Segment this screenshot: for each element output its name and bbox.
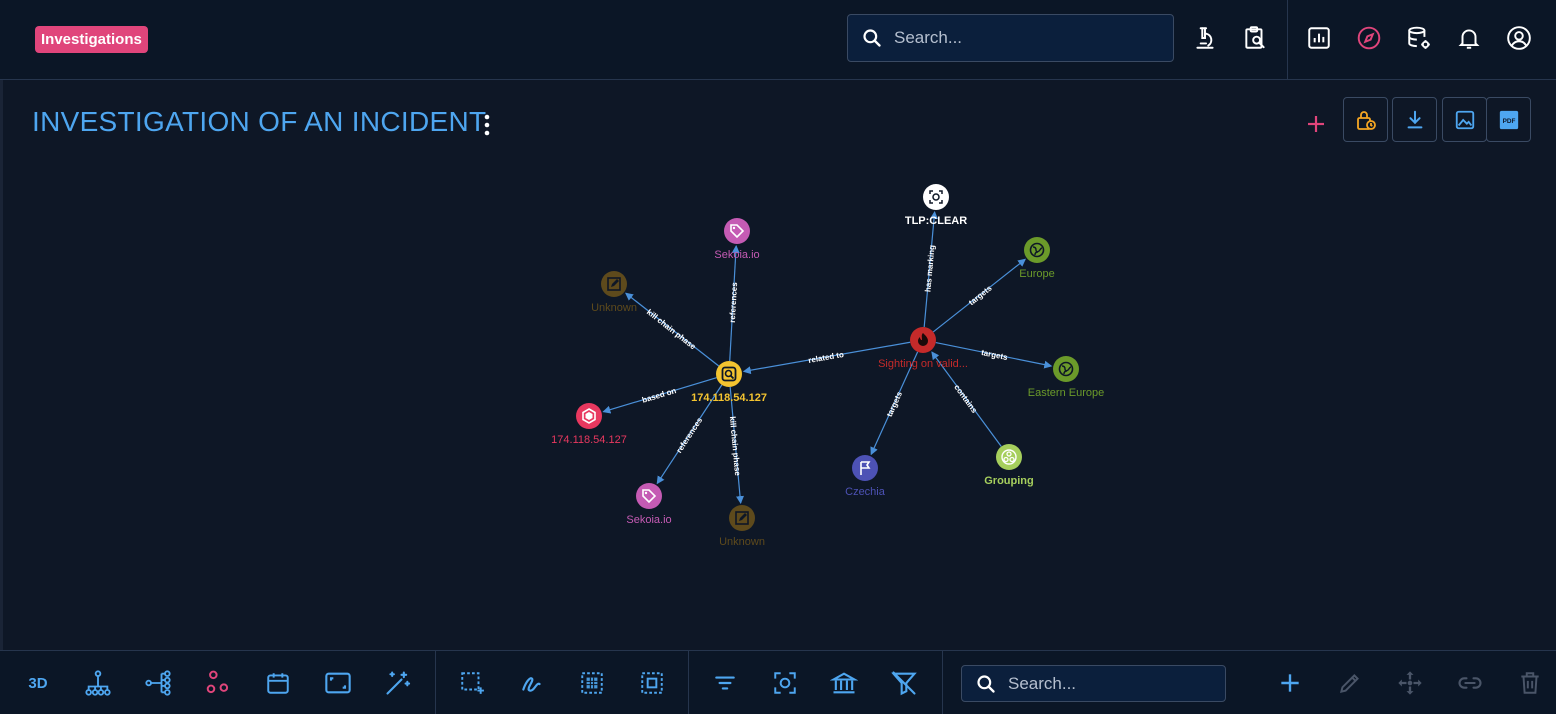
graph-edge[interactable]: kill chain phase bbox=[625, 292, 720, 367]
trash-icon[interactable] bbox=[1514, 667, 1546, 699]
node-label: Czechia bbox=[845, 486, 886, 498]
node-circle[interactable] bbox=[724, 218, 750, 244]
graph-edge[interactable]: targets bbox=[932, 258, 1027, 333]
graph-search[interactable] bbox=[961, 665, 1226, 702]
edge-label: targets bbox=[980, 348, 1008, 362]
edge-label: based on bbox=[641, 386, 677, 405]
compass-icon[interactable] bbox=[1354, 23, 1384, 53]
add-entity-icon[interactable] bbox=[1274, 667, 1306, 699]
graph-node-czechia[interactable]: Czechia bbox=[845, 455, 886, 498]
graph-node-unknown1[interactable]: Unknown bbox=[591, 271, 637, 314]
node-circle[interactable] bbox=[996, 444, 1022, 470]
graph-node-unknown2[interactable]: Unknown bbox=[719, 505, 765, 548]
focus-node-icon[interactable] bbox=[769, 667, 801, 699]
microscope-icon[interactable] bbox=[1190, 23, 1220, 53]
node-circle[interactable] bbox=[636, 483, 662, 509]
node-circle[interactable] bbox=[1024, 237, 1050, 263]
node-label: Europe bbox=[1019, 268, 1054, 280]
graph-node-eeurope[interactable]: Eastern Europe bbox=[1028, 356, 1104, 399]
edge-label: has marking bbox=[923, 245, 936, 293]
freehand-select-icon[interactable] bbox=[516, 667, 548, 699]
edge-label: contains bbox=[952, 383, 979, 415]
filter-lines-icon[interactable] bbox=[709, 667, 741, 699]
rectangle-select-icon[interactable] bbox=[456, 667, 488, 699]
investigations-badge[interactable]: Investigations bbox=[35, 26, 148, 53]
search-icon bbox=[977, 674, 995, 693]
graph-node-europe[interactable]: Europe bbox=[1019, 237, 1055, 280]
node-circle[interactable] bbox=[1053, 356, 1079, 382]
node-label: TLP:CLEAR bbox=[905, 215, 967, 227]
node-label: Unknown bbox=[591, 302, 637, 314]
horizontal-tree-icon[interactable] bbox=[142, 667, 174, 699]
investigation-graph[interactable]: has marking targets targets targets contains… bbox=[0, 80, 1556, 650]
clipboard-search-icon[interactable] bbox=[1240, 23, 1270, 53]
graph-edge[interactable]: kill chain phase bbox=[728, 386, 745, 505]
user-account-icon[interactable] bbox=[1504, 23, 1534, 53]
graph-toolbar: 3D bbox=[0, 650, 1556, 714]
graph-node-sighting[interactable]: Sighting on valid... bbox=[878, 327, 968, 370]
graph-canvas[interactable]: has marking targets targets targets contains… bbox=[0, 80, 1556, 650]
node-label: Eastern Europe bbox=[1028, 387, 1104, 399]
dashboard-chart-icon[interactable] bbox=[1304, 23, 1334, 53]
select-all-icon[interactable] bbox=[576, 667, 608, 699]
fit-to-screen-icon[interactable] bbox=[322, 667, 354, 699]
node-label: Sekoia.io bbox=[714, 249, 759, 261]
edge-label: kill chain phase bbox=[728, 416, 742, 477]
force-layout-icon[interactable] bbox=[202, 667, 234, 699]
tree-layout-icon[interactable] bbox=[82, 667, 114, 699]
3d-mode-button[interactable]: 3D bbox=[22, 667, 54, 699]
graph-edge[interactable]: has marking bbox=[923, 210, 938, 328]
search-icon bbox=[863, 29, 881, 47]
edge-label: related to bbox=[808, 350, 845, 365]
graph-search-input[interactable] bbox=[1008, 673, 1208, 694]
node-circle[interactable] bbox=[923, 184, 949, 210]
node-label: Grouping bbox=[984, 475, 1034, 487]
edge-label: references bbox=[728, 282, 739, 323]
institution-icon[interactable] bbox=[828, 667, 860, 699]
edge-label: targets bbox=[967, 283, 994, 307]
edge-label: targets bbox=[885, 390, 904, 419]
graph-node-sekoia2[interactable]: Sekoia.io bbox=[626, 483, 672, 526]
select-inverse-icon[interactable] bbox=[636, 667, 668, 699]
graph-node-sekoia1[interactable]: Sekoia.io bbox=[714, 218, 760, 261]
graph-edge[interactable]: references bbox=[728, 244, 740, 362]
node-label: Sekoia.io bbox=[626, 514, 671, 526]
node-circle[interactable] bbox=[716, 361, 742, 387]
bell-icon[interactable] bbox=[1454, 23, 1484, 53]
graph-node-tlp[interactable]: TLP:CLEAR bbox=[905, 184, 967, 227]
node-label: 174.118.54.127 bbox=[551, 434, 627, 446]
node-label: Unknown bbox=[719, 536, 765, 548]
graph-node-grouping[interactable]: Grouping bbox=[984, 444, 1034, 487]
database-settings-icon[interactable] bbox=[1404, 23, 1434, 53]
graph-node-ip_ind[interactable]: 174.118.54.127 bbox=[551, 403, 627, 446]
top-bar: Investigations bbox=[0, 0, 1556, 80]
move-arrows-icon[interactable] bbox=[1394, 667, 1426, 699]
global-search[interactable] bbox=[847, 14, 1174, 62]
calendar-icon[interactable] bbox=[262, 667, 294, 699]
link-icon[interactable] bbox=[1454, 667, 1486, 699]
clear-filter-icon[interactable] bbox=[888, 667, 920, 699]
magic-wand-icon[interactable] bbox=[382, 667, 414, 699]
edge-label: references bbox=[675, 415, 705, 454]
edge-label: kill chain phase bbox=[645, 307, 698, 351]
node-label: 174.118.54.127 bbox=[691, 392, 767, 404]
global-search-input[interactable] bbox=[894, 28, 1154, 48]
edit-pencil-icon[interactable] bbox=[1334, 667, 1366, 699]
node-label: Sighting on valid... bbox=[878, 358, 968, 370]
